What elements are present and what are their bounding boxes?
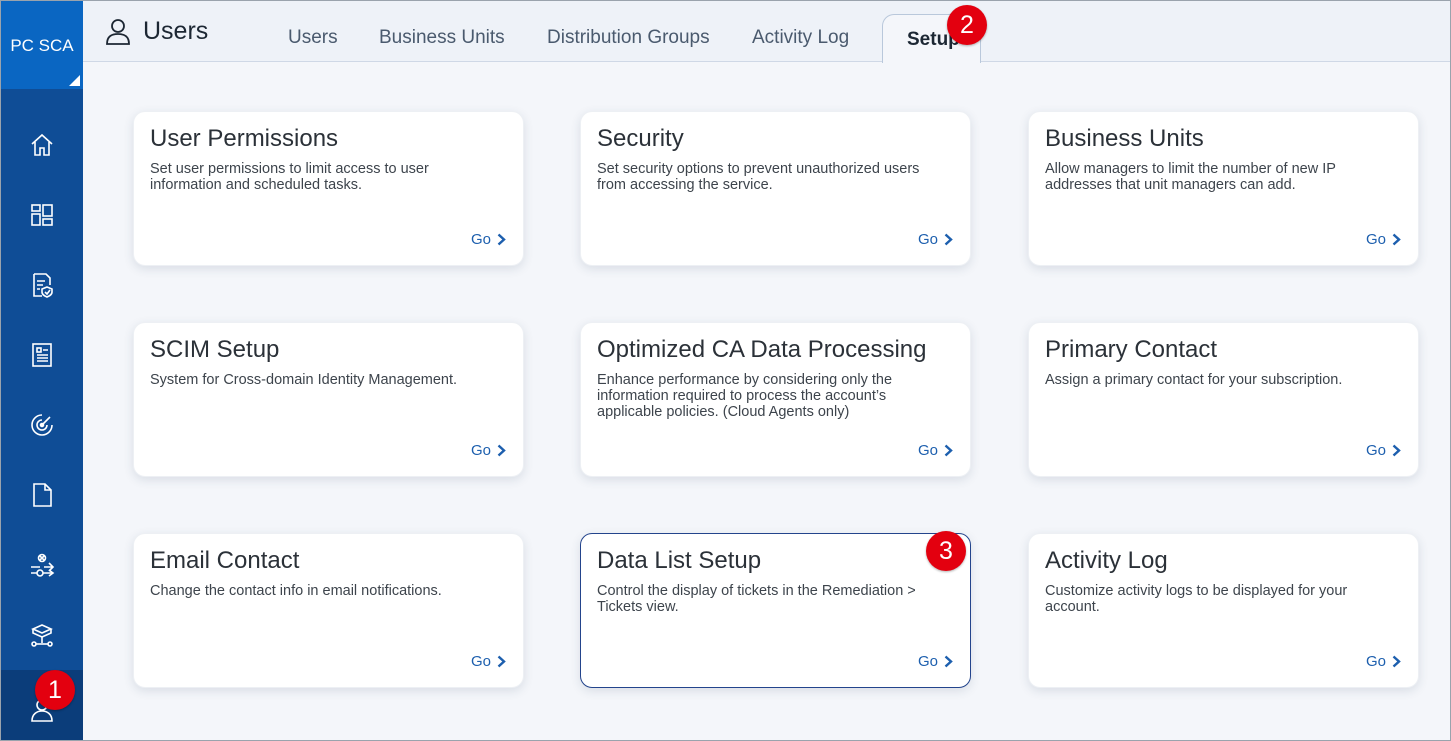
- user-icon: [106, 19, 130, 45]
- app-window: PC SCA Users Users Business Units Distri…: [0, 0, 1451, 741]
- app-switcher-corner-icon: [69, 75, 80, 86]
- card-description: Enhance performance by considering only …: [597, 372, 893, 420]
- card-user-permissions: User Permissions Set user permissions to…: [133, 111, 524, 266]
- chevron-right-icon: [497, 655, 506, 668]
- chevron-right-icon: [944, 233, 953, 246]
- callout-badge-3: 3: [926, 531, 966, 571]
- checklist-icon[interactable]: [22, 335, 62, 375]
- go-link[interactable]: Go: [918, 442, 953, 459]
- go-label: Go: [917, 442, 938, 459]
- callout-badge-2: 2: [947, 5, 987, 45]
- app-name: PC SCA: [10, 36, 74, 55]
- go-label: Go: [917, 231, 938, 248]
- card-title: Optimized CA Data Processing: [597, 336, 927, 363]
- chevron-right-icon: [944, 655, 953, 668]
- card-title: Email Contact: [150, 547, 300, 574]
- chevron-right-icon: [497, 444, 506, 457]
- chevron-right-icon: [497, 233, 506, 246]
- card-description: Change the contact info in email notific…: [150, 583, 442, 599]
- card-title: Security: [597, 125, 684, 152]
- card-description: Customize activity logs to be displayed …: [1045, 583, 1348, 615]
- card-title: Data List Setup: [597, 547, 762, 574]
- go-link[interactable]: Go: [471, 653, 506, 670]
- go-label: Go: [1365, 231, 1386, 248]
- tab-business-units[interactable]: Business Units: [379, 27, 505, 49]
- card-data-list-setup: Data List Setup Control the display of t…: [580, 533, 971, 688]
- card-business-units: Business Units Allow managers to limit t…: [1028, 111, 1419, 266]
- card-description: System for Cross-domain Identity Managem…: [150, 372, 458, 388]
- card-title: Business Units: [1045, 125, 1204, 152]
- go-label: Go: [470, 442, 491, 459]
- page-title: Users: [143, 17, 209, 45]
- go-link[interactable]: Go: [471, 231, 506, 248]
- go-label: Go: [470, 231, 491, 248]
- card-title: SCIM Setup: [150, 336, 280, 363]
- chevron-right-icon: [1392, 655, 1401, 668]
- chevron-right-icon: [944, 444, 953, 457]
- go-link[interactable]: Go: [1366, 653, 1401, 670]
- policy-report-icon[interactable]: [22, 265, 62, 305]
- remediation-icon[interactable]: [22, 545, 62, 585]
- dashboard-icon[interactable]: [22, 195, 62, 235]
- home-icon[interactable]: [22, 125, 62, 165]
- chevron-right-icon: [1392, 233, 1401, 246]
- go-label: Go: [917, 653, 938, 670]
- document-icon[interactable]: [22, 475, 62, 515]
- card-title: Primary Contact: [1045, 336, 1218, 363]
- tab-users[interactable]: Users: [288, 27, 338, 49]
- go-label: Go: [1365, 653, 1386, 670]
- go-link[interactable]: Go: [1366, 231, 1401, 248]
- card-email-contact: Email Contact Change the contact info in…: [133, 533, 524, 688]
- callout-badge-1: 1: [35, 670, 75, 710]
- card-description: Control the display of tickets in the Re…: [597, 583, 916, 615]
- app-switcher[interactable]: PC SCA: [1, 1, 83, 89]
- assets-icon[interactable]: [22, 615, 62, 655]
- go-label: Go: [470, 653, 491, 670]
- sidebar: PC SCA: [1, 1, 83, 740]
- card-description: Assign a primary contact for your subscr…: [1045, 372, 1343, 388]
- go-link[interactable]: Go: [471, 442, 506, 459]
- card-activity-log: Activity Log Customize activity logs to …: [1028, 533, 1419, 688]
- card-primary-contact: Primary Contact Assign a primary contact…: [1028, 322, 1419, 477]
- tab-distribution-groups[interactable]: Distribution Groups: [547, 27, 710, 49]
- card-description: Set user permissions to limit access to …: [150, 161, 429, 193]
- card-optimized-ca-data-processing: Optimized CA Data Processing Enhance per…: [580, 322, 971, 477]
- tab-activity-log[interactable]: Activity Log: [752, 27, 849, 49]
- go-label: Go: [1365, 442, 1386, 459]
- go-link[interactable]: Go: [918, 231, 953, 248]
- chevron-right-icon: [1392, 444, 1401, 457]
- card-description: Allow managers to limit the number of ne…: [1045, 161, 1336, 193]
- card-title: Activity Log: [1045, 547, 1168, 574]
- scan-target-icon[interactable]: [22, 405, 62, 445]
- header: Users Users Business Units Distribution …: [83, 1, 1450, 63]
- card-scim-setup: SCIM Setup System for Cross-domain Ident…: [133, 322, 524, 477]
- card-security: Security Set security options to prevent…: [580, 111, 971, 266]
- go-link[interactable]: Go: [918, 653, 953, 670]
- card-description: Set security options to prevent unauthor…: [597, 161, 920, 193]
- card-title: User Permissions: [150, 125, 339, 152]
- go-link[interactable]: Go: [1366, 442, 1401, 459]
